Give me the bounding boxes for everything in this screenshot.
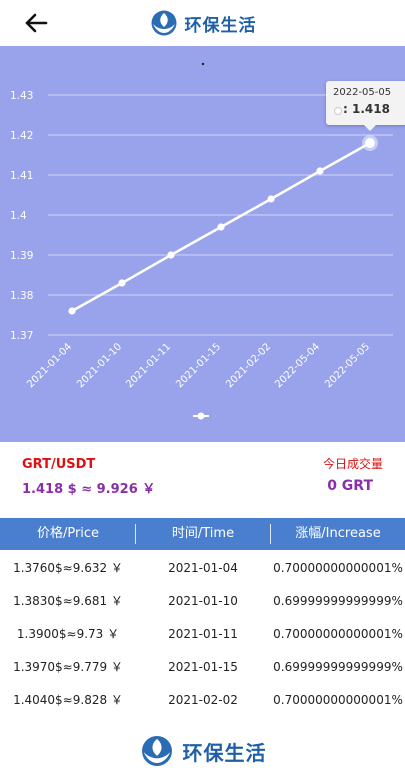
table-row[interactable]: 1.4040$≈9.828 ￥ 2021-02-02 0.70000000000… [0, 684, 405, 717]
x-tick-label: 2022-05-04 [273, 341, 322, 390]
header-brand: 环保生活 [0, 0, 405, 46]
pair-info: GRT/USDT 1.418 $ ≈ 9.926 ￥ 今日成交量 0 GRT [0, 442, 405, 517]
pair-price: 1.418 $ ≈ 9.926 ￥ [22, 482, 156, 497]
x-tick-label: 2021-02-02 [224, 341, 273, 390]
y-tick-label: 1.4 [10, 210, 27, 222]
time-cell: 2021-01-15 [168, 660, 238, 674]
leaf-hands-logo-icon [141, 736, 172, 766]
table-row[interactable]: 1.3830$≈9.681 ￥ 2021-01-10 0.69999999999… [0, 585, 405, 618]
increase-cell: 0.69999999999999% [273, 594, 403, 608]
time-cell: 2021-01-11 [168, 627, 238, 641]
y-tick-label: 1.39 [10, 250, 33, 262]
chart-tooltip: 2022-05-05 : 1.418 [326, 81, 405, 125]
column-header-price: 价格/Price [36, 526, 100, 541]
price-cell: 1.4040$≈9.828 ￥ [13, 693, 123, 707]
x-tick-label: 2021-01-11 [124, 341, 173, 390]
tooltip-value: : 1.418 [343, 102, 390, 116]
y-tick-label: 1.43 [10, 90, 33, 102]
price-cell: 1.3970$≈9.779 ￥ [13, 660, 123, 674]
data-point [167, 251, 175, 259]
table-row[interactable]: 1.3760$≈9.632 ￥ 2021-01-04 0.70000000000… [0, 552, 405, 585]
x-tick-label: 2021-01-15 [174, 341, 223, 390]
footer-brand-name: 环保生活 [182, 740, 267, 765]
increase-cell: 0.70000000000001% [273, 627, 403, 641]
y-tick-label: 1.42 [10, 130, 33, 142]
top-bar: 环保生活 [0, 0, 405, 46]
x-tick-label: 2022-05-05 [323, 341, 372, 390]
table-header: 价格/Price 时间/Time 涨幅/Increase [0, 518, 405, 550]
data-point [316, 167, 324, 175]
volume-label: 今日成交量 [322, 457, 383, 471]
price-cell: 1.3900$≈9.73 ￥ [16, 627, 120, 641]
increase-cell: 0.70000000000001% [273, 561, 403, 575]
tooltip-date: 2022-05-05 [333, 87, 392, 98]
volume-value: 0 GRT [327, 478, 373, 494]
y-tick-label: 1.38 [10, 290, 33, 302]
y-tick-label: 1.41 [10, 170, 33, 182]
data-point [267, 195, 275, 203]
tooltip-arrow [364, 125, 376, 131]
increase-cell: 0.69999999999999% [273, 660, 403, 674]
chart-top-dot [201, 62, 205, 66]
increase-cell: 0.70000000000001% [273, 693, 403, 707]
legend-marker [197, 412, 205, 420]
time-cell: 2021-01-04 [168, 561, 238, 575]
x-tick-label: 2021-01-10 [75, 341, 124, 390]
table-row[interactable]: 1.3970$≈9.779 ￥ 2021-01-15 0.69999999999… [0, 651, 405, 684]
data-point [68, 307, 76, 315]
column-header-time: 时间/Time [171, 526, 235, 541]
time-cell: 2021-02-02 [168, 693, 238, 707]
column-header-increase: 涨幅/Increase [295, 526, 381, 541]
data-point [217, 223, 225, 231]
x-tick-label: 2021-01-04 [25, 341, 74, 390]
tooltip-series-dot [334, 107, 342, 115]
y-tick-label: 1.37 [10, 330, 33, 342]
data-point [365, 138, 375, 148]
price-cell: 1.3760$≈9.632 ￥ [13, 561, 123, 575]
table-row[interactable]: 1.3900$≈9.73 ￥ 2021-01-11 0.700000000000… [0, 618, 405, 651]
price-chart[interactable]: 1.37 1.38 1.39 1.4 1.41 1.42 1.43 2021-01-04 202… [0, 46, 405, 442]
price-cell: 1.3830$≈9.681 ￥ [13, 594, 123, 608]
footer-brand: 环保生活 [0, 728, 405, 774]
time-cell: 2021-01-10 [168, 594, 238, 608]
pair-name: GRT/USDT [22, 457, 96, 472]
leaf-hands-logo-icon [151, 10, 176, 36]
data-point [118, 279, 126, 287]
brand-name: 环保生活 [184, 15, 257, 36]
